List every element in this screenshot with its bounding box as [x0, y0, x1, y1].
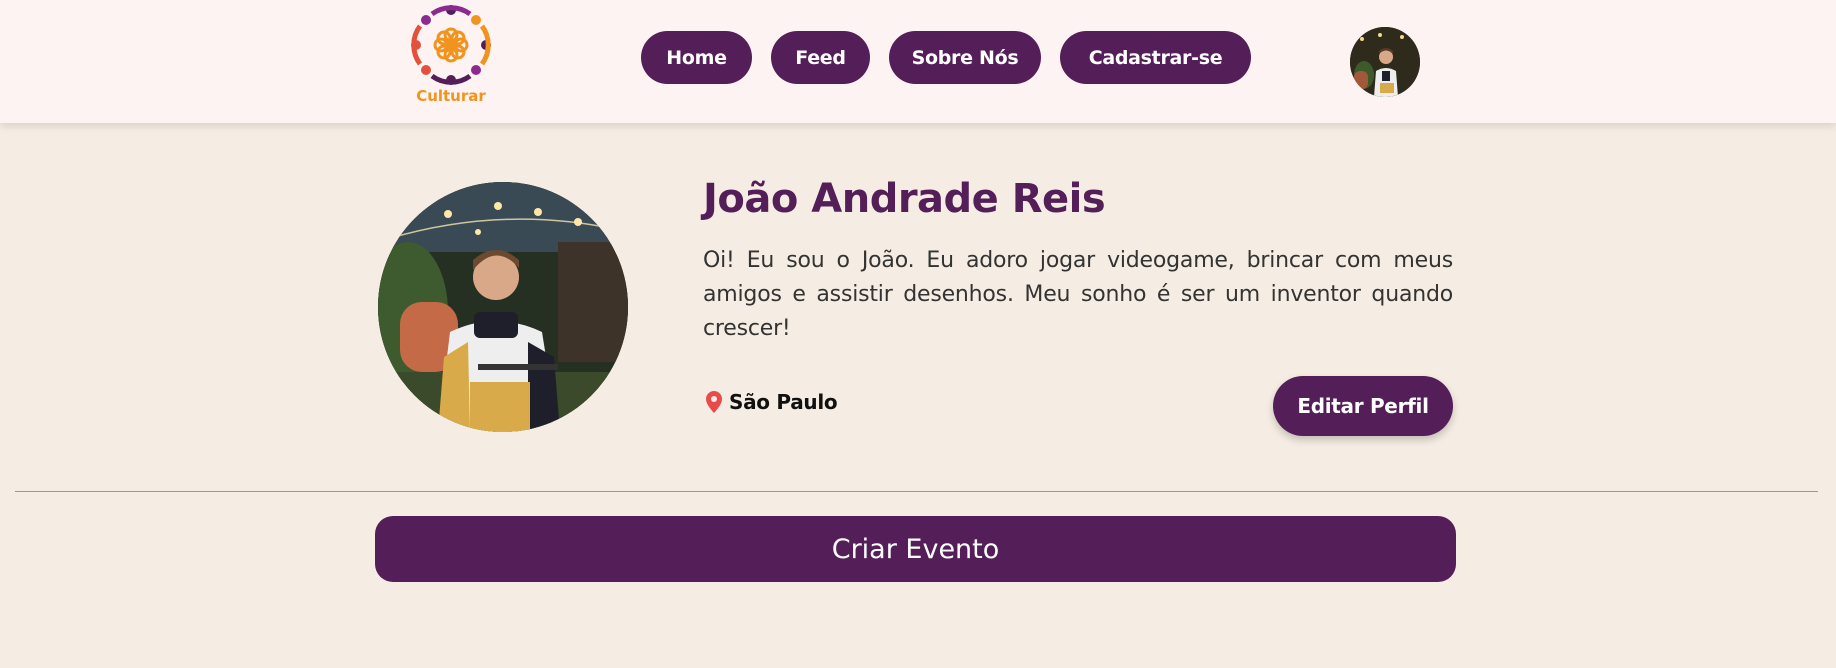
profile-bio: Oi! Eu sou o João. Eu adoro jogar videog… — [703, 248, 1453, 341]
culturar-logo[interactable]: Culturar — [410, 4, 492, 108]
location-label: São Paulo — [729, 390, 838, 414]
nav-feed-button[interactable]: Feed — [771, 31, 870, 84]
culturar-logo-icon — [411, 5, 491, 85]
profile-photo — [378, 182, 628, 432]
user-avatar-photo — [1350, 27, 1420, 97]
edit-profile-button[interactable]: Editar Perfil — [1273, 376, 1453, 436]
nav-sobre-nos-button[interactable]: Sobre Nós — [889, 31, 1041, 84]
location-pin-icon — [706, 391, 722, 413]
user-avatar[interactable] — [1350, 27, 1420, 97]
profile-name: João Andrade Reis — [703, 176, 1106, 222]
top-header: Culturar Home Feed Sobre Nós Cadastrar-s… — [0, 0, 1836, 123]
section-divider — [15, 491, 1818, 492]
create-event-button[interactable]: Criar Evento — [375, 516, 1456, 582]
nav-cadastrar-button[interactable]: Cadastrar-se — [1060, 31, 1251, 84]
nav-home-button[interactable]: Home — [641, 31, 752, 84]
logo-text: Culturar — [416, 87, 486, 105]
profile-photo-image — [378, 182, 628, 432]
profile-location: São Paulo — [706, 390, 838, 414]
